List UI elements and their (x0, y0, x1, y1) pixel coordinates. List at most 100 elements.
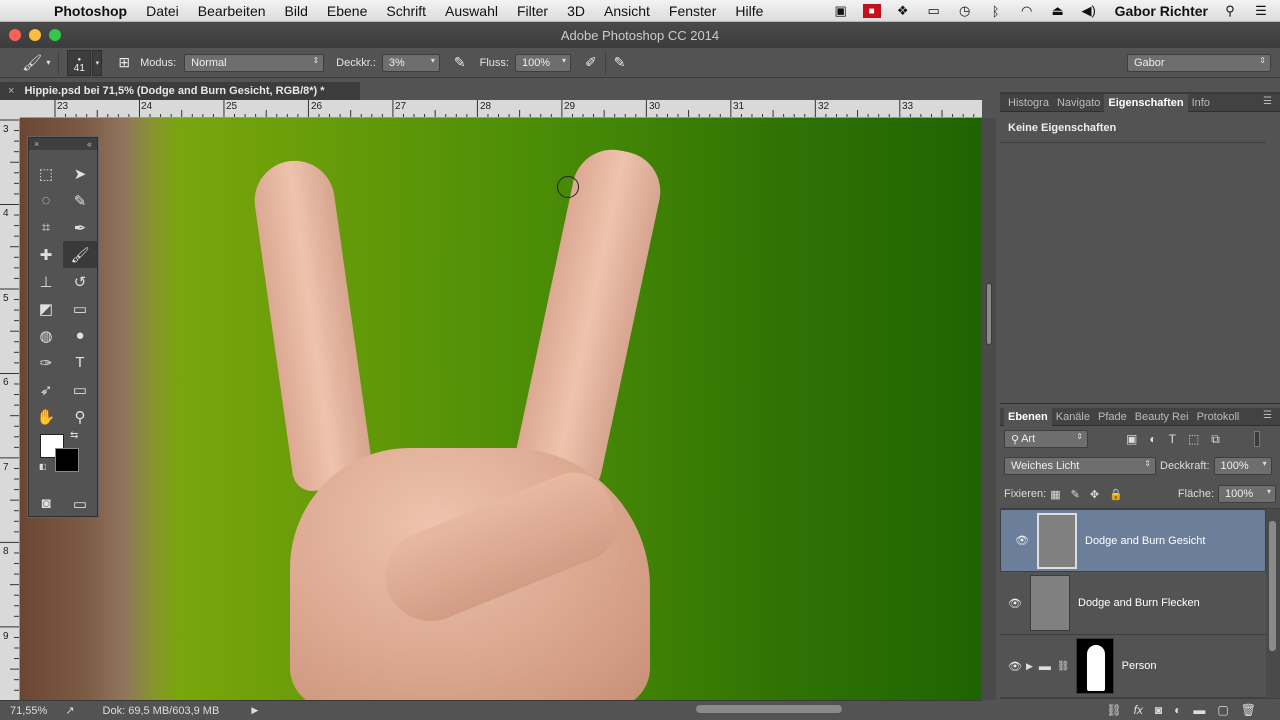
ruler-vertical[interactable]: 3 4 5 6 7 8 9 (0, 118, 20, 700)
menu-hilfe[interactable]: Hilfe (735, 3, 763, 19)
tab-pfade[interactable]: Pfade (1094, 411, 1131, 423)
user-name[interactable]: Gabor Richter (1115, 3, 1208, 19)
filter-pixel-icon[interactable]: ▣ (1126, 432, 1137, 446)
document-canvas[interactable] (20, 118, 982, 700)
tab-navigator[interactable]: Navigato (1053, 97, 1104, 109)
vertical-scroll-thumb[interactable] (986, 283, 992, 345)
pressure-size-icon[interactable]: ✎ (614, 54, 626, 71)
default-colors-icon[interactable]: ◧ (39, 462, 47, 471)
tab-info[interactable]: Info (1188, 97, 1214, 109)
filter-smart-object-icon[interactable]: ⧉ (1211, 432, 1220, 447)
filter-adjustment-icon[interactable]: ◐ (1149, 432, 1156, 446)
tab-kanaele[interactable]: Kanäle (1052, 411, 1094, 423)
adjustment-layer-icon[interactable]: ◐ (1174, 703, 1181, 717)
airplay-icon[interactable]: ▭ (925, 3, 943, 18)
pen-tool-icon[interactable]: ✑ (29, 349, 63, 376)
menu-datei[interactable]: Datei (146, 3, 179, 19)
link-layers-icon[interactable]: ⛓ (1106, 703, 1121, 717)
move-tool-icon[interactable]: ➤ (63, 160, 97, 187)
dodge-tool-icon[interactable]: ● (63, 322, 97, 349)
layer-opacity-input[interactable]: 100% ▾ (1213, 457, 1272, 475)
wifi-icon[interactable]: ◠ (1018, 3, 1036, 18)
menu-bild[interactable]: Bild (285, 3, 308, 19)
crop-tool-icon[interactable]: ⌗ (29, 214, 63, 241)
blend-mode-select[interactable]: Weiches Licht ⇕ (1004, 457, 1156, 475)
zoom-window-button[interactable] (49, 29, 61, 41)
flow-input[interactable]: 100% ▾ (514, 53, 571, 72)
healing-brush-tool-icon[interactable]: ✚ (29, 241, 63, 268)
screen-icon[interactable]: ▣ (832, 3, 850, 18)
blur-tool-icon[interactable]: ◍ (29, 322, 63, 349)
hand-tool-icon[interactable]: ✋ (29, 403, 63, 430)
lock-position-icon[interactable]: ✥ (1090, 488, 1099, 501)
layer-name[interactable]: Person (1122, 660, 1157, 672)
menu-ansicht[interactable]: Ansicht (604, 3, 650, 19)
tab-histogram[interactable]: Histogra (1004, 97, 1053, 109)
tab-ebenen[interactable]: Ebenen (1004, 407, 1052, 426)
opacity-input[interactable]: 3% ▾ (381, 53, 440, 72)
screen-mode-icon[interactable]: ▭ (63, 490, 97, 517)
filter-toggle[interactable] (1253, 431, 1260, 447)
brush-size-picker[interactable]: ● 41 (67, 49, 92, 76)
tool-preset-dropdown[interactable]: ▾ (46, 58, 50, 67)
bluetooth-icon[interactable]: ᛒ (987, 4, 1005, 19)
brush-tool-icon[interactable]: 🖌 (22, 53, 42, 73)
lock-all-icon[interactable]: 🔒 (1109, 488, 1123, 501)
layer-style-icon[interactable]: fx (1134, 703, 1143, 717)
lock-image-icon[interactable]: ✎ (1071, 488, 1080, 501)
filter-shape-icon[interactable]: ⬚ (1188, 432, 1199, 446)
add-mask-icon[interactable]: ◙ (1155, 703, 1162, 717)
rectangle-tool-icon[interactable]: ▭ (63, 376, 97, 403)
zoom-level[interactable]: 71,55% (10, 705, 47, 717)
path-selection-tool-icon[interactable]: ➶ (29, 376, 63, 403)
delete-layer-icon[interactable]: 🗑 (1241, 703, 1256, 717)
layer-thumbnail[interactable] (1030, 575, 1070, 631)
quick-mask-icon[interactable]: ◙ (29, 490, 63, 517)
status-menu-arrow-icon[interactable]: ▶ (251, 705, 258, 716)
export-icon[interactable]: ↗ (65, 704, 74, 717)
clone-stamp-tool-icon[interactable]: ⊥ (29, 268, 63, 295)
minimize-window-button[interactable] (29, 29, 41, 41)
document-tab[interactable]: × Hippie.psd bei 71,5% (Dodge and Burn G… (0, 82, 360, 100)
mode-select[interactable]: Normal ⇕ (184, 53, 325, 72)
dropbox-icon[interactable]: ❖ (894, 3, 912, 18)
tools-panel-header[interactable]: × « (29, 138, 97, 150)
menu-filter[interactable]: Filter (517, 3, 548, 19)
notification-center-icon[interactable]: ☰ (1252, 3, 1270, 18)
quick-selection-tool-icon[interactable]: ✎ (63, 187, 97, 214)
vertical-scrollbar[interactable] (982, 118, 996, 700)
panel-menu-icon[interactable]: ☰ (1259, 96, 1276, 107)
layers-scroll-thumb[interactable] (1269, 521, 1276, 651)
menu-schrift[interactable]: Schrift (386, 3, 426, 19)
horizontal-scroll-thumb[interactable] (696, 705, 842, 713)
gradient-tool-icon[interactable]: ▭ (63, 295, 97, 322)
menu-3d[interactable]: 3D (567, 3, 585, 19)
eyedropper-tool-icon[interactable]: ✒ (63, 214, 97, 241)
new-group-icon[interactable]: ▬ (1193, 703, 1205, 717)
close-document-icon[interactable]: × (8, 85, 14, 97)
swap-colors-icon[interactable]: ⇆ (70, 430, 78, 441)
airbrush-icon[interactable]: ✐ (585, 54, 597, 71)
brush-tool-icon[interactable]: 🖌 (63, 241, 97, 268)
visibility-eye-icon[interactable]: 👁 (1007, 534, 1037, 547)
brush-panel-toggle-icon[interactable]: ⊞ (118, 54, 130, 71)
background-color-swatch[interactable] (55, 448, 79, 472)
layer-group-row[interactable]: 👁 ▶ ▬ ⛓ Person (1000, 635, 1266, 698)
ruler-corner[interactable] (0, 100, 20, 118)
menu-bearbeiten[interactable]: Bearbeiten (198, 3, 266, 19)
ruler-horizontal[interactable]: 23 24 25 26 27 28 29 30 31 32 33 (20, 100, 982, 118)
lasso-tool-icon[interactable]: ◌ (29, 187, 63, 214)
menu-app[interactable]: Photoshop (54, 3, 127, 19)
tab-protokoll[interactable]: Protokoll (1193, 411, 1244, 423)
new-layer-icon[interactable]: ▢ (1217, 703, 1228, 717)
time-machine-icon[interactable]: ◷ (956, 3, 974, 18)
layer-filter-select[interactable]: ⚲ Art ⇕ (1004, 430, 1088, 448)
brush-picker-arrow[interactable]: ▾ (92, 49, 103, 76)
menu-ebene[interactable]: Ebene (327, 3, 367, 19)
spotlight-search-icon[interactable]: ⚲ (1221, 3, 1239, 18)
layer-row[interactable]: 👁 Dodge and Burn Gesicht (1000, 509, 1266, 572)
expand-group-icon[interactable]: ▶ (1026, 661, 1033, 672)
type-tool-icon[interactable]: T (63, 349, 97, 376)
layers-panel-menu-icon[interactable]: ☰ (1259, 410, 1276, 421)
tab-beauty-retusche[interactable]: Beauty Rei (1131, 411, 1193, 423)
